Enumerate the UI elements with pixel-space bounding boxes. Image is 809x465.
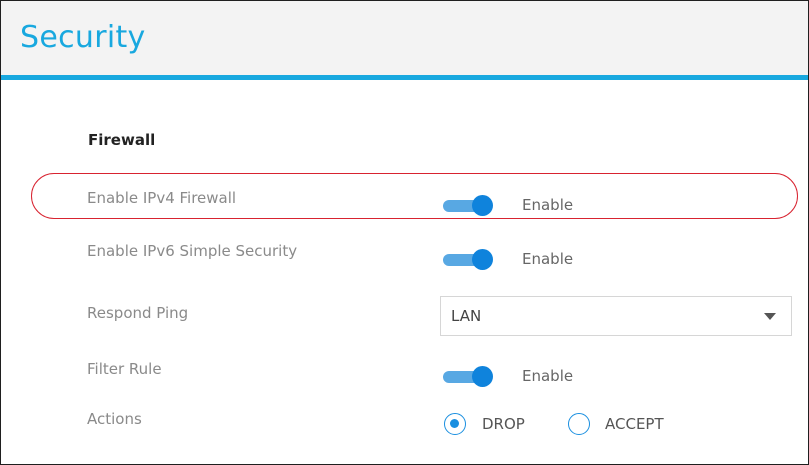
radio-label-drop: DROP [482,415,525,433]
security-panel: Security Firewall Enable IPv4 Firewall E… [0,0,809,465]
radio-accept[interactable] [568,413,590,435]
page-header: Security [1,1,808,75]
toggle-knob [472,195,493,216]
label-actions: Actions [87,410,142,428]
label-enable-ipv4-firewall: Enable IPv4 Firewall [87,189,237,207]
page-title: Security [20,20,146,55]
radio-drop[interactable] [444,413,466,435]
respond-ping-select[interactable]: LAN [440,296,792,336]
toggle-filter-rule[interactable] [443,366,493,387]
filter-rule-state: Enable [522,367,574,385]
toggle-ipv4-firewall[interactable] [443,195,493,216]
header-accent-bar [1,75,808,80]
radio-label-accept: ACCEPT [605,415,664,433]
label-respond-ping: Respond Ping [87,304,189,322]
toggle-knob [472,249,493,270]
chevron-down-icon [764,313,776,320]
label-filter-rule: Filter Rule [87,360,162,378]
toggle-knob [472,366,493,387]
radio-selected-dot [450,419,459,428]
section-title-firewall: Firewall [88,131,156,149]
toggle-ipv6-simple-security[interactable] [443,249,493,270]
label-enable-ipv6-simple-security: Enable IPv6 Simple Security [87,242,298,260]
respond-ping-value: LAN [451,307,482,325]
ipv4-firewall-state: Enable [522,196,574,214]
ipv6-security-state: Enable [522,250,574,268]
